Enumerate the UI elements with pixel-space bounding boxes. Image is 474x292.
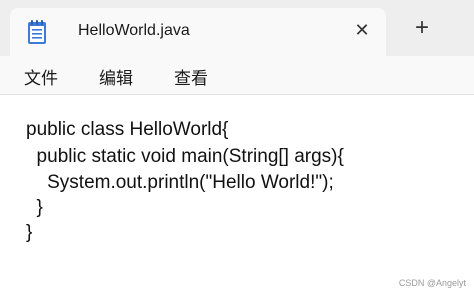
menu-view[interactable]: 查看 — [174, 64, 208, 89]
title-bar: HelloWorld.java ✕ + — [0, 0, 474, 56]
code-line: public static void main(String[] args){ — [26, 146, 344, 167]
text-editor[interactable]: public class HelloWorld{ public static v… — [0, 95, 474, 292]
close-icon[interactable]: ✕ — [350, 18, 374, 42]
menu-edit[interactable]: 编辑 — [99, 64, 133, 89]
watermark: CSDN @Angelyt — [398, 278, 466, 288]
menu-file[interactable]: 文件 — [24, 64, 58, 89]
code-line: System.out.println("Hello World!"); — [26, 172, 334, 193]
code-line: } — [26, 197, 43, 218]
new-tab-button[interactable]: + — [410, 16, 434, 40]
code-line: } — [26, 222, 33, 243]
code-line: public class HelloWorld{ — [26, 119, 229, 140]
notepad-icon — [26, 19, 48, 45]
tab-helloworld[interactable]: HelloWorld.java ✕ — [10, 8, 386, 56]
tab-title: HelloWorld.java — [78, 22, 190, 39]
menu-bar: 文件 编辑 查看 — [0, 56, 474, 95]
